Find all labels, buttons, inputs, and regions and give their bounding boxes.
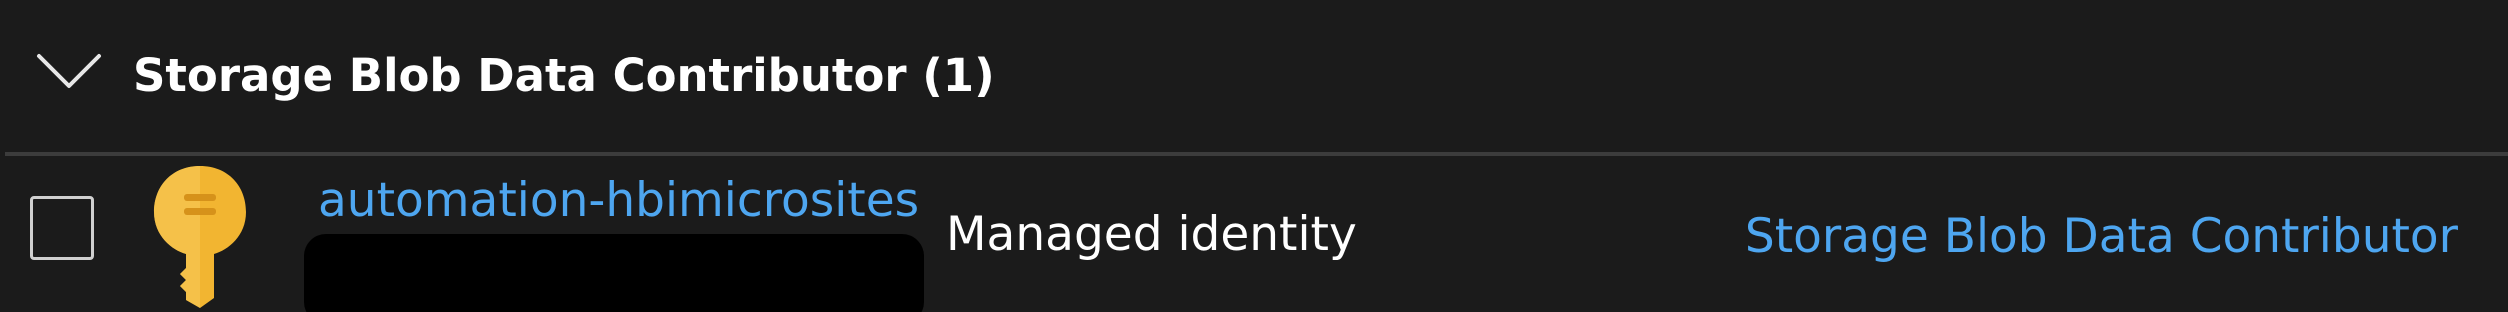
row-select-checkbox[interactable] xyxy=(30,196,94,260)
table-row: automation-hbimicrosites Managed identit… xyxy=(0,156,2508,312)
identity-type-label: Managed identity xyxy=(946,207,1357,262)
redacted-block xyxy=(304,234,924,312)
managed-identity-key-icon xyxy=(154,166,246,308)
role-assignment-list: Storage Blob Data Contributor (1) automa… xyxy=(0,0,2508,312)
role-link[interactable]: Storage Blob Data Contributor xyxy=(1745,208,2458,266)
identity-name-link[interactable]: automation-hbimicrosites xyxy=(318,172,919,230)
role-group-header[interactable]: Storage Blob Data Contributor (1) xyxy=(0,0,2508,152)
role-group-title: Storage Blob Data Contributor (1) xyxy=(133,49,995,102)
chevron-down-icon[interactable] xyxy=(35,48,103,96)
